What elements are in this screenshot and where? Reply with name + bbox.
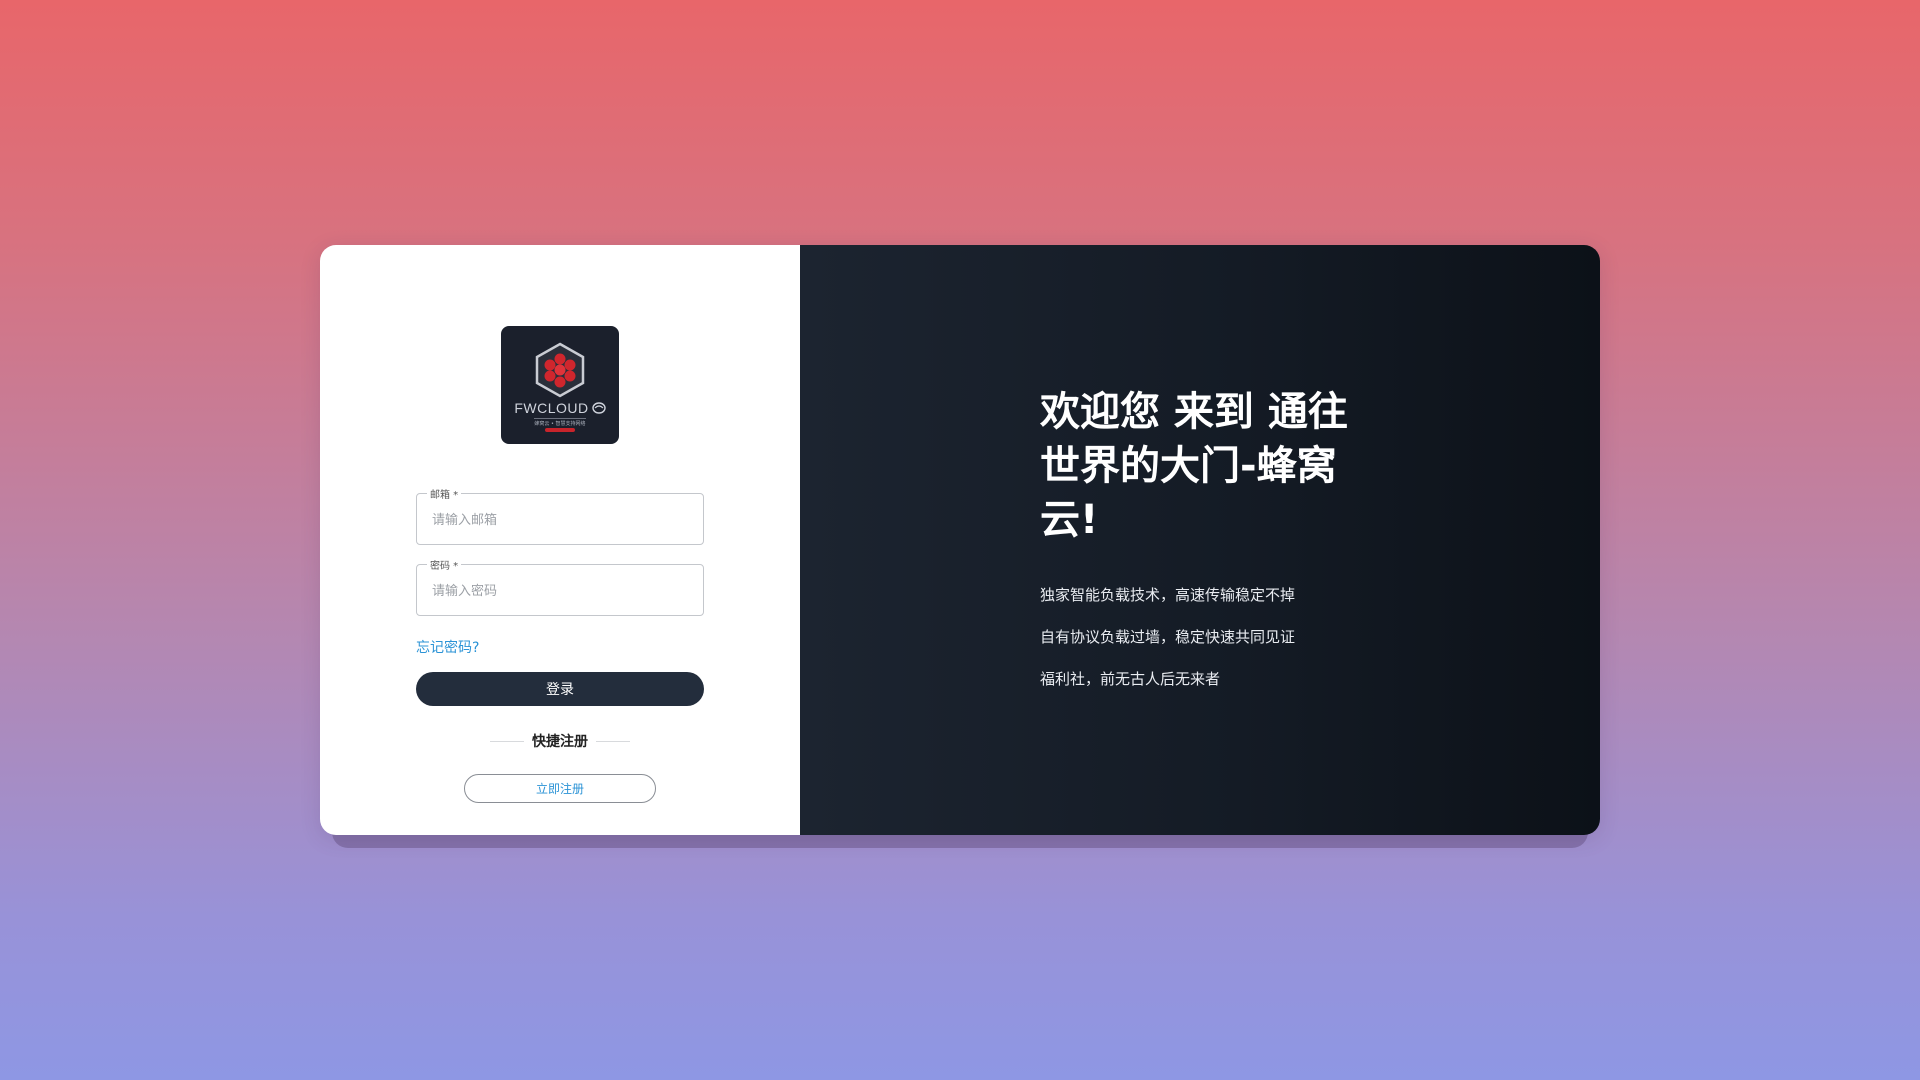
- welcome-headline: 欢迎您 来到 通往世界的大门-蜂窝云!: [1040, 389, 1348, 543]
- brand-swoosh: [545, 428, 575, 432]
- brand-wordmark: FWCLOUD: [514, 400, 606, 416]
- quick-register-divider: 快捷注册: [490, 731, 630, 751]
- quick-register-label: 快捷注册: [532, 734, 588, 750]
- feature-item: 自有协议负载过墙，稳定快速共同见证: [1040, 628, 1296, 646]
- divider-line-right: [596, 740, 630, 742]
- feature-item: 福利社，前无古人后无来者: [1040, 670, 1221, 688]
- password-label: 密码 *: [427, 557, 462, 572]
- login-panel: FWCLOUD 蜂窝云 • 智慧支持网络 邮箱 * 密码 * 忘记密码? 登录 …: [320, 245, 800, 835]
- brand-tagline: 蜂窝云 • 智慧支持网络: [534, 418, 586, 427]
- promo-panel: 欢迎您 来到 通往世界的大门-蜂窝云! 独家智能负载技术，高速传输稳定不掉 自有…: [800, 245, 1600, 835]
- feature-list: 独家智能负载技术，高速传输稳定不掉 自有协议负载过墙，稳定快速共同见证 福利社，…: [1040, 585, 1295, 711]
- email-label: 邮箱 *: [427, 486, 462, 501]
- forgot-password-link[interactable]: 忘记密码?: [416, 637, 479, 657]
- password-field: 密码 *: [416, 557, 704, 616]
- hexagon-cluster-logo-icon: [535, 342, 585, 398]
- email-field: 邮箱 *: [416, 486, 704, 545]
- email-input[interactable]: [430, 508, 694, 532]
- login-button[interactable]: 登录: [416, 672, 704, 706]
- register-button[interactable]: 立即注册: [464, 774, 656, 803]
- password-input[interactable]: [430, 579, 694, 603]
- divider-line-left: [490, 740, 524, 742]
- brand-logo: FWCLOUD 蜂窝云 • 智慧支持网络: [501, 326, 619, 444]
- eye-swirl-icon: [591, 402, 606, 414]
- login-card: FWCLOUD 蜂窝云 • 智慧支持网络 邮箱 * 密码 * 忘记密码? 登录 …: [320, 245, 1600, 835]
- feature-item: 独家智能负载技术，高速传输稳定不掉: [1040, 586, 1296, 604]
